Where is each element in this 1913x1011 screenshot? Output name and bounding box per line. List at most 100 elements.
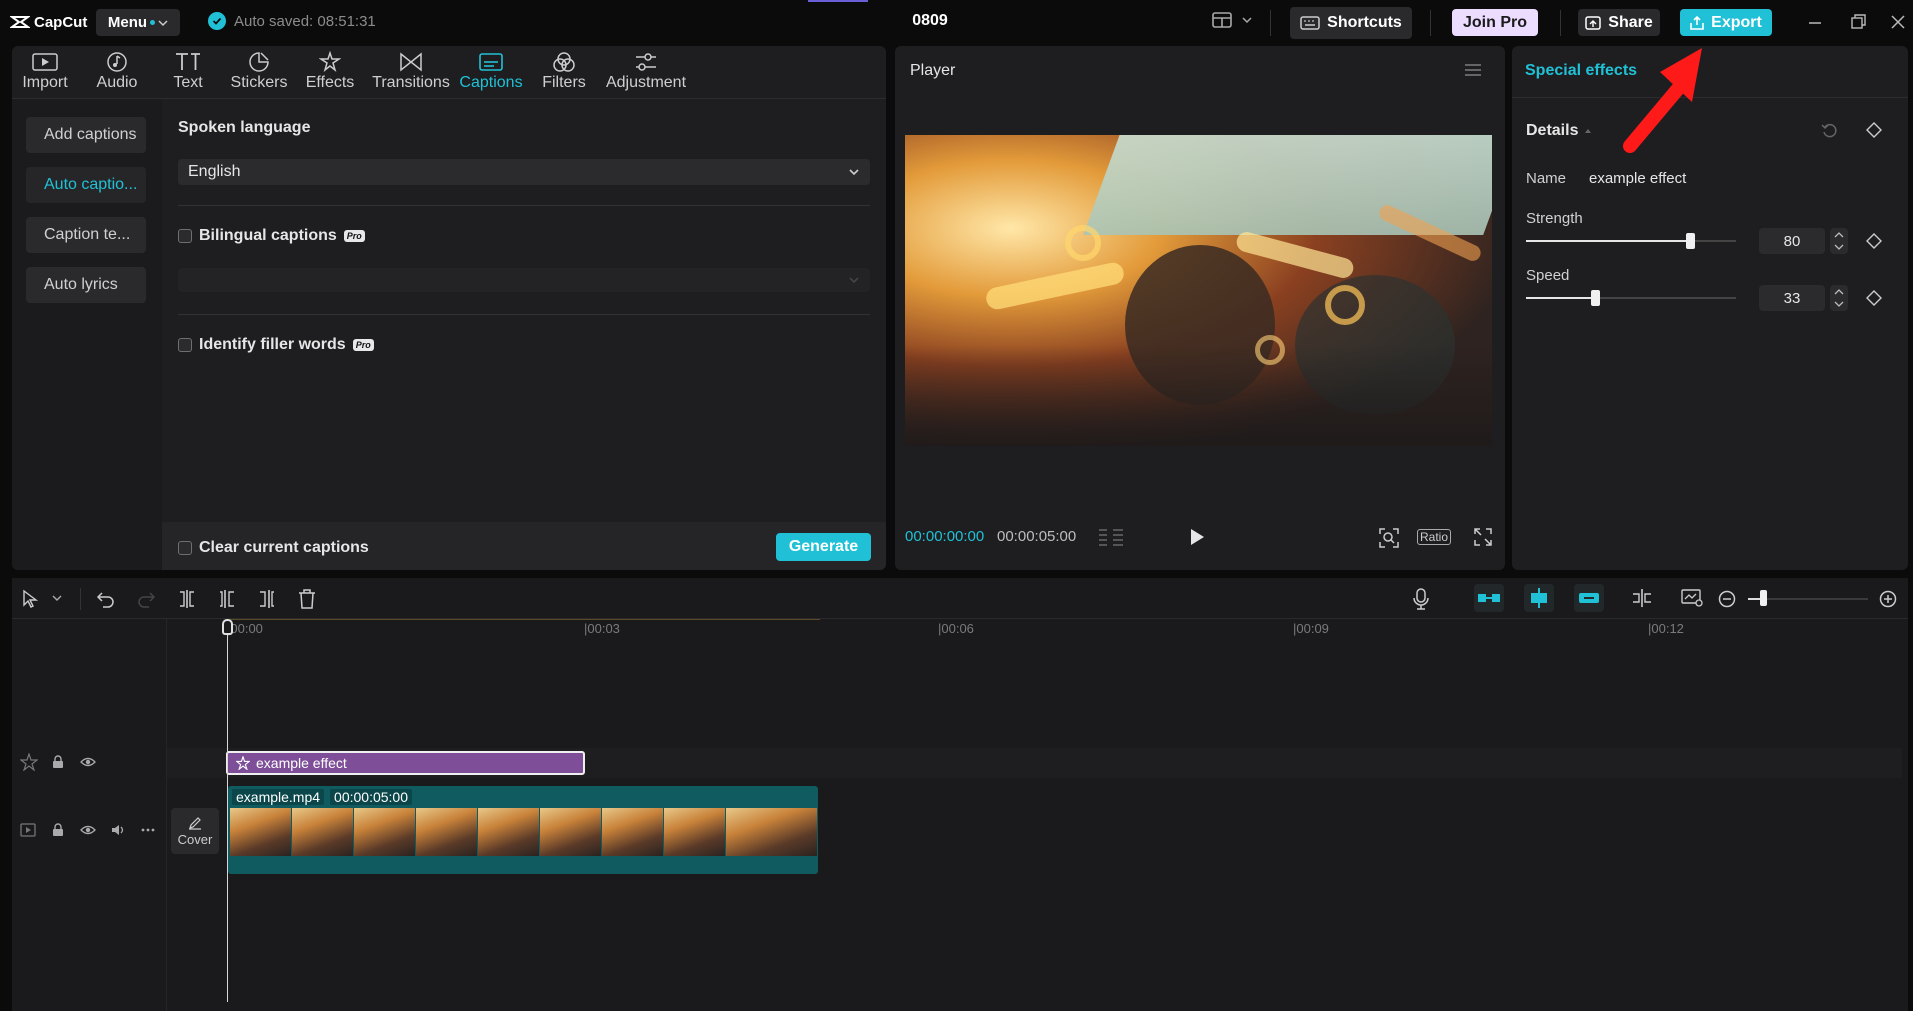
export-button[interactable]: Export — [1680, 9, 1772, 36]
text-icon — [174, 50, 202, 74]
chevron-down-icon — [849, 169, 859, 176]
keyframe-icon[interactable] — [1866, 122, 1882, 138]
cover-label: Cover — [177, 831, 213, 847]
shortcuts-label: Shortcuts — [1327, 14, 1402, 31]
zoom-out-icon[interactable] — [1717, 589, 1737, 609]
chevron-down-icon[interactable] — [52, 594, 62, 602]
ruler-label: |00:09 — [1293, 621, 1329, 636]
shortcuts-button[interactable]: Shortcuts — [1290, 7, 1412, 39]
details-section-toggle[interactable]: Details — [1526, 122, 1592, 140]
split-icon[interactable] — [176, 588, 198, 610]
strength-stepper[interactable] — [1830, 228, 1848, 254]
captions-side-item[interactable]: Add captions — [26, 117, 146, 153]
side-item-label: Caption te... — [44, 226, 131, 243]
tab-effects[interactable]: Effects — [290, 50, 370, 92]
tab-stickers[interactable]: Stickers — [219, 50, 299, 92]
share-label: Share — [1608, 13, 1653, 31]
linkage-button[interactable] — [1574, 584, 1604, 612]
close-icon[interactable] — [1888, 12, 1908, 32]
hamburger-menu-icon[interactable] — [1464, 62, 1482, 78]
more-options-icon[interactable] — [140, 823, 156, 837]
magnet-link-button[interactable] — [1474, 584, 1504, 612]
bokeh-light — [1065, 225, 1101, 261]
strength-slider-handle[interactable] — [1686, 233, 1695, 249]
bilingual-captions-option[interactable]: Bilingual captions Pro — [178, 227, 365, 245]
eye-icon[interactable] — [80, 755, 96, 769]
join-pro-button[interactable]: Join Pro — [1452, 9, 1538, 36]
playhead-line[interactable] — [227, 622, 228, 1002]
fullscreen-icon[interactable] — [1474, 528, 1492, 546]
zoom-fit-icon[interactable] — [1378, 527, 1400, 549]
autosave-text: Auto saved: 08:51:31 — [234, 12, 376, 30]
keyframe-icon[interactable] — [1866, 233, 1882, 249]
video-thumbnail — [540, 808, 602, 856]
generate-button[interactable]: Generate — [776, 533, 871, 561]
clear-captions-option[interactable]: Clear current captions — [178, 539, 369, 557]
minimize-icon[interactable] — [1805, 12, 1825, 32]
ruler-label: |00:03 — [584, 621, 620, 636]
tab-adjustment[interactable]: Adjustment — [606, 50, 686, 92]
screen-icon[interactable] — [1680, 587, 1704, 609]
select-cursor-icon[interactable] — [20, 588, 42, 610]
speed-slider-handle[interactable] — [1591, 290, 1600, 306]
layout-switcher[interactable] — [1212, 12, 1252, 28]
annotation-arrow-icon — [1623, 48, 1702, 153]
chevron-down-icon — [849, 277, 859, 284]
project-title[interactable]: 0809 — [860, 12, 1000, 30]
chevron-down-icon — [158, 19, 168, 26]
captions-side-item[interactable]: Auto lyrics — [26, 267, 146, 303]
speed-input[interactable]: 33 — [1759, 285, 1825, 311]
tab-filters[interactable]: Filters — [524, 50, 604, 92]
clear-captions-checkbox[interactable] — [178, 541, 192, 555]
bilingual-checkbox[interactable] — [178, 229, 192, 243]
speed-stepper[interactable] — [1830, 285, 1848, 311]
redo-icon[interactable] — [135, 588, 157, 610]
bokeh-light — [1255, 335, 1285, 365]
split-left-icon[interactable] — [216, 588, 238, 610]
filler-words-option[interactable]: Identify filler words Pro — [178, 336, 374, 354]
cover-button[interactable]: Cover — [171, 808, 219, 854]
lock-icon[interactable] — [51, 823, 65, 837]
ratio-button[interactable]: Ratio — [1417, 529, 1452, 545]
captions-side-item[interactable]: Caption te... — [26, 217, 146, 253]
delete-icon[interactable] — [296, 588, 318, 610]
captions-side-item[interactable]: Auto captio... — [26, 167, 146, 203]
tab-text[interactable]: Text — [148, 50, 228, 92]
language-select[interactable]: English — [178, 159, 870, 185]
zoom-slider-handle[interactable] — [1760, 590, 1767, 606]
link-clips-icon — [1478, 594, 1500, 602]
preview-axis-icon[interactable] — [1630, 587, 1654, 609]
tab-transitions[interactable]: Transitions — [371, 50, 451, 92]
strength-input[interactable]: 80 — [1759, 228, 1825, 254]
filler-checkbox[interactable] — [178, 338, 192, 352]
tab-label: Adjustment — [605, 74, 687, 91]
reset-icon[interactable] — [1821, 122, 1839, 140]
split-right-icon[interactable] — [256, 588, 278, 610]
current-time: 00:00:00:00 — [905, 528, 985, 545]
playhead-handle[interactable] — [222, 619, 233, 635]
effect-clip[interactable]: example effect — [226, 751, 585, 775]
restore-icon[interactable] — [1848, 12, 1868, 32]
tab-audio[interactable]: Audio — [77, 50, 157, 92]
video-preview[interactable] — [905, 135, 1492, 446]
timecode-format-icon[interactable] — [1097, 527, 1125, 547]
keyframe-icon[interactable] — [1866, 290, 1882, 306]
undo-icon[interactable] — [95, 588, 117, 610]
zoom-in-icon[interactable] — [1878, 589, 1898, 609]
tab-import[interactable]: Import — [5, 50, 85, 92]
speaker-icon[interactable] — [110, 823, 126, 837]
eye-icon[interactable] — [80, 823, 96, 837]
share-button[interactable]: Share — [1578, 9, 1660, 36]
video-thumbnail — [230, 808, 292, 856]
menu-button[interactable]: Menu — [96, 9, 180, 36]
auto-snap-button[interactable] — [1524, 584, 1554, 612]
filters-icon — [552, 50, 576, 74]
play-icon[interactable] — [1189, 528, 1205, 546]
tab-captions[interactable]: Captions — [451, 50, 531, 92]
microphone-icon[interactable] — [1410, 587, 1432, 611]
bilingual-language-select — [178, 268, 870, 292]
lock-icon[interactable] — [51, 755, 65, 769]
bokeh-light — [984, 260, 1126, 312]
filler-label: Identify filler words — [199, 336, 346, 353]
tab-label: Effects — [305, 74, 355, 91]
